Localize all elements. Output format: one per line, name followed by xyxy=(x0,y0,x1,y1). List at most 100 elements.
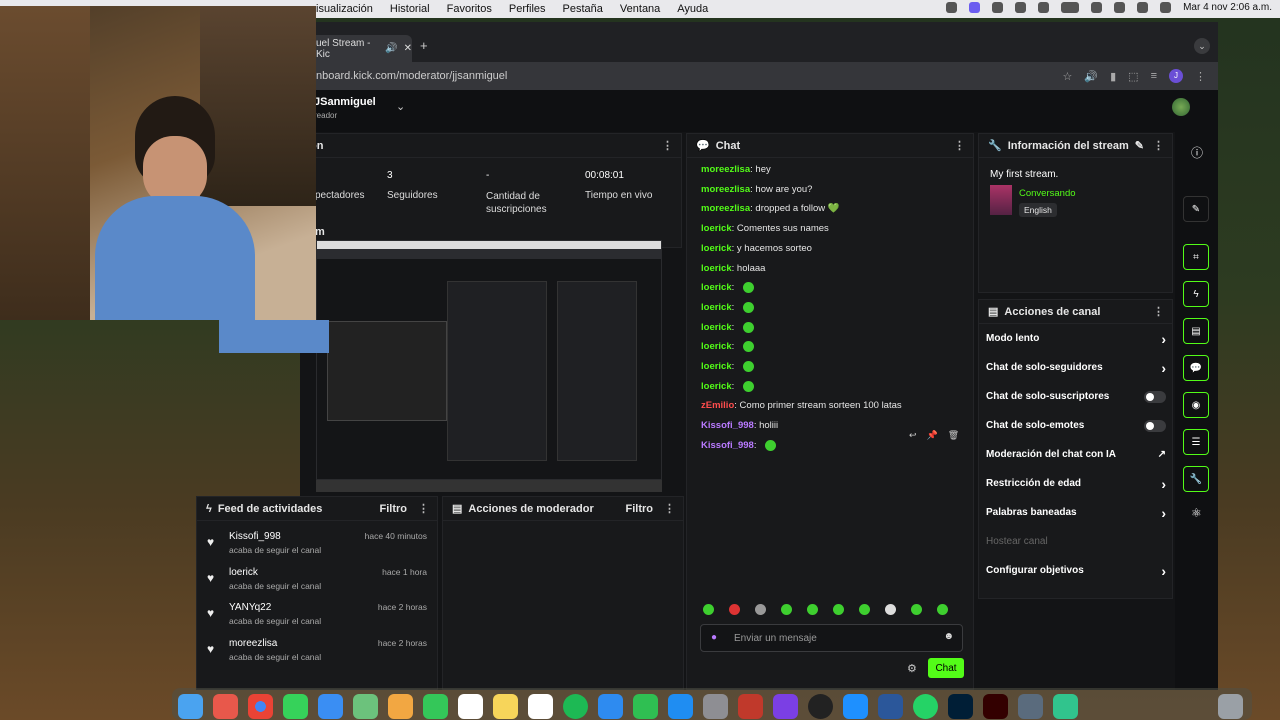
more-icon[interactable]: ⋮ xyxy=(954,139,965,152)
menu-item-bookmarks[interactable]: Favoritos xyxy=(447,3,492,15)
toggle-switch[interactable] xyxy=(1144,390,1166,403)
emote-icon[interactable] xyxy=(807,604,818,615)
emote-icon[interactable] xyxy=(859,604,870,615)
numbers-icon[interactable] xyxy=(633,694,658,719)
keynote-icon[interactable] xyxy=(598,694,623,719)
freeform-icon[interactable] xyxy=(528,694,553,719)
mic-icon[interactable]: ● xyxy=(711,632,717,643)
wrench-tool-button[interactable]: 🔧 xyxy=(1183,466,1209,492)
broadcast-tool-button[interactable]: ◉ xyxy=(1183,392,1209,418)
control-center-icon[interactable] xyxy=(1137,2,1149,13)
menu-item-profiles[interactable]: Perfiles xyxy=(509,3,546,15)
new-tab-button[interactable]: + xyxy=(420,38,428,53)
chat-username[interactable]: loerick xyxy=(701,223,732,234)
chat-message[interactable]: loerick: xyxy=(701,341,754,352)
settings-icon[interactable]: ⚙ xyxy=(907,662,917,675)
play-icon[interactable] xyxy=(1038,2,1050,13)
audio-icon[interactable]: 🔊 xyxy=(385,43,397,54)
status-icon[interactable] xyxy=(1015,2,1027,13)
menu-item-view[interactable]: isualización xyxy=(316,3,373,15)
screenshot-tool-button[interactable]: ⌗ xyxy=(1183,244,1209,270)
chat-input[interactable]: ● Enviar un mensaje ☻ xyxy=(700,624,963,652)
edit-icon[interactable]: ✎ xyxy=(1135,139,1144,152)
chat-message[interactable]: moreezlisa: how are you? xyxy=(701,184,812,195)
chat-message[interactable]: loerick: xyxy=(701,361,754,372)
chat-username[interactable]: Kissofi_998 xyxy=(701,440,754,451)
channel-action-row[interactable]: Configurar objetivos › xyxy=(986,563,1166,579)
photoshop-icon[interactable] xyxy=(948,694,973,719)
emote-icon[interactable] xyxy=(703,604,714,615)
chat-username[interactable]: loerick xyxy=(701,243,732,254)
chat-tool-button[interactable]: 💬 xyxy=(1183,355,1209,381)
photos-icon[interactable] xyxy=(388,694,413,719)
menu-icon[interactable]: ⋮ xyxy=(1195,70,1206,83)
edit-tool-button[interactable]: ✎ xyxy=(1183,196,1209,222)
avatar[interactable] xyxy=(1172,98,1190,116)
channel-action-row[interactable]: Hostear canal xyxy=(986,536,1166,547)
app-store-icon[interactable] xyxy=(668,694,693,719)
stream-preview[interactable] xyxy=(316,240,662,492)
facetime-icon[interactable] xyxy=(423,694,448,719)
chevron-down-icon[interactable]: ⌄ xyxy=(396,100,405,113)
chevron-right-icon[interactable]: › xyxy=(1161,331,1166,347)
extension-icon[interactable]: ⬚ xyxy=(1128,70,1138,83)
send-chat-button[interactable]: Chat xyxy=(928,658,964,678)
channel-action-row[interactable]: Chat de solo-suscriptores xyxy=(986,390,1166,403)
obs-icon[interactable] xyxy=(808,694,833,719)
chat-username[interactable]: moreezlisa xyxy=(701,164,750,175)
emote-icon[interactable] xyxy=(937,604,948,615)
mod-filter-button[interactable]: Filtro xyxy=(626,503,654,515)
toggle-switch[interactable] xyxy=(1144,419,1166,432)
category-name[interactable]: Conversando xyxy=(1019,188,1076,199)
emote-icon[interactable] xyxy=(755,604,766,615)
menu-item-history[interactable]: Historial xyxy=(390,3,430,15)
app-icon[interactable] xyxy=(773,694,798,719)
status-icon[interactable] xyxy=(992,2,1004,13)
chat-username[interactable]: loerick xyxy=(701,381,732,392)
emote-icon[interactable] xyxy=(911,604,922,615)
app-icon[interactable] xyxy=(1053,694,1078,719)
trash-icon[interactable] xyxy=(1218,694,1243,719)
app-icon[interactable] xyxy=(1018,694,1043,719)
app-icon[interactable] xyxy=(738,694,763,719)
spotify-icon[interactable] xyxy=(563,694,588,719)
chat-username[interactable]: Kissofi_998 xyxy=(701,420,754,431)
menubar-clock[interactable]: Mar 4 nov 2:06 a.m. xyxy=(1183,2,1272,13)
chat-message[interactable]: loerick: xyxy=(701,380,754,392)
finder-icon[interactable] xyxy=(178,694,203,719)
whatsapp-icon[interactable] xyxy=(913,694,938,719)
menu-item-window[interactable]: Ventana xyxy=(620,3,660,15)
activity-username[interactable]: loerick xyxy=(229,567,258,578)
chat-username[interactable]: loerick xyxy=(701,263,732,274)
notes-tool-button[interactable]: ▤ xyxy=(1183,318,1209,344)
layout-tool-button[interactable]: ☰ xyxy=(1183,429,1209,455)
chat-username[interactable]: loerick xyxy=(701,282,732,293)
chevron-right-icon[interactable]: › xyxy=(1161,563,1166,579)
chat-message[interactable]: Kissofi_998: xyxy=(701,439,777,451)
illustrator-icon[interactable] xyxy=(983,694,1008,719)
chat-message[interactable]: moreezlisa: hey xyxy=(701,164,771,175)
channel-action-row[interactable]: Modo lento › xyxy=(986,331,1166,347)
channel-action-row[interactable]: Restricción de edad › xyxy=(986,476,1166,492)
siri-icon[interactable] xyxy=(1160,2,1172,13)
emote-icon[interactable] xyxy=(885,604,896,615)
settings-icon[interactable]: ⚛ xyxy=(1191,506,1202,520)
emote-icon[interactable] xyxy=(833,604,844,615)
mail-icon[interactable] xyxy=(318,694,343,719)
reply-icon[interactable]: ↩ xyxy=(909,430,917,441)
chevron-right-icon[interactable]: › xyxy=(1161,476,1166,492)
menu-item-tab[interactable]: Pestaña xyxy=(563,3,603,15)
chrome-icon[interactable] xyxy=(248,694,273,719)
status-icon[interactable] xyxy=(946,2,958,13)
channel-action-row[interactable]: Chat de solo-seguidores › xyxy=(986,360,1166,376)
pin-icon[interactable]: 📌 xyxy=(927,430,938,441)
chat-message[interactable]: loerick: xyxy=(701,301,754,313)
more-icon[interactable]: ⋮ xyxy=(418,502,429,515)
activity-filter-button[interactable]: Filtro xyxy=(380,503,408,515)
activity-username[interactable]: moreezlisa xyxy=(229,638,277,649)
chat-username[interactable]: moreezlisa xyxy=(701,203,750,214)
chat-username[interactable]: loerick xyxy=(701,361,732,372)
wifi-icon[interactable] xyxy=(1091,2,1103,13)
channel-action-row[interactable]: Chat de solo-emotes xyxy=(986,419,1166,432)
app-icon[interactable] xyxy=(843,694,868,719)
